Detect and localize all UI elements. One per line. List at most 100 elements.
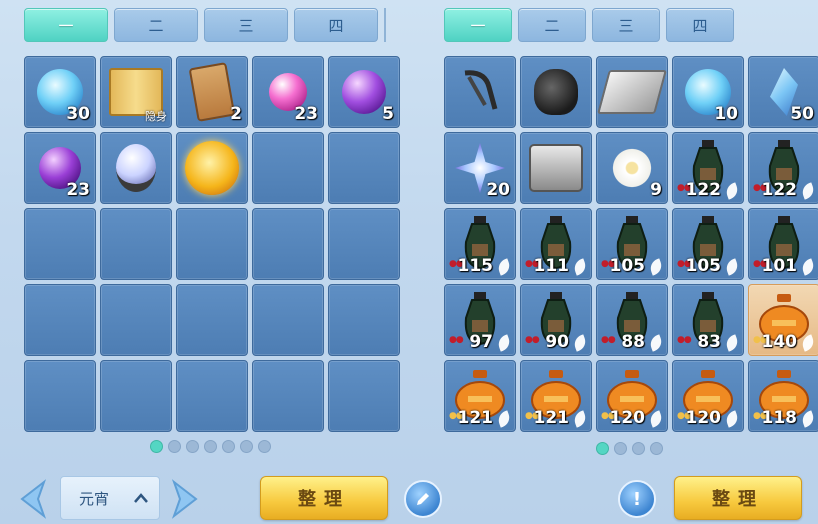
info-button[interactable]: ! <box>618 480 656 518</box>
quality-dots: ●● <box>677 335 692 345</box>
empty-slot[interactable] <box>176 360 248 432</box>
empty-slot[interactable] <box>24 208 96 280</box>
scroll-icon <box>188 62 236 122</box>
inventory-slot[interactable]: ●● 118 <box>748 360 818 432</box>
item-count: 2 <box>230 104 242 124</box>
empty-slot[interactable] <box>252 132 324 204</box>
inventory-slot[interactable]: ●● 115 <box>444 208 516 280</box>
quality-dots: ●● <box>601 335 616 345</box>
inventory-slot[interactable]: ●● 120 <box>596 360 668 432</box>
empty-slot[interactable] <box>24 360 96 432</box>
inventory-slot[interactable]: ●● 90 <box>520 284 592 356</box>
right-tab-2[interactable]: 二 <box>518 8 586 42</box>
empty-slot[interactable] <box>100 360 172 432</box>
inventory-slot[interactable]: 23 <box>24 132 96 204</box>
empty-slot[interactable] <box>252 208 324 280</box>
page-dot[interactable] <box>258 440 271 453</box>
inventory-slot[interactable]: ●● 121 <box>520 360 592 432</box>
page-dot[interactable] <box>632 442 645 455</box>
inventory-slot[interactable]: ●● 83 <box>672 284 744 356</box>
empty-slot[interactable] <box>24 284 96 356</box>
golden-coin-orb-icon <box>185 141 239 195</box>
inventory-slot[interactable] <box>596 56 668 128</box>
inventory-slot[interactable]: ●● 122 <box>672 132 744 204</box>
inventory-slot[interactable]: ●● 122 <box>748 132 818 204</box>
inventory-slot[interactable]: 50 <box>748 56 818 128</box>
left-inventory-grid: 30 隐身 2 23 5 23 <box>24 56 400 432</box>
empty-slot[interactable] <box>328 132 400 204</box>
crystal-ball-stand-icon <box>116 144 156 192</box>
item-count: 90 <box>545 332 569 352</box>
inventory-slot[interactable]: ●● 101 <box>748 208 818 280</box>
page-dot[interactable] <box>204 440 217 453</box>
inventory-slot[interactable]: ●● 140 <box>748 284 818 356</box>
left-tab-2[interactable]: 二 <box>114 8 198 42</box>
left-tab-3[interactable]: 三 <box>204 8 288 42</box>
item-count: 20 <box>486 180 510 200</box>
page-dot[interactable] <box>222 440 235 453</box>
inventory-slot[interactable] <box>176 132 248 204</box>
page-dot[interactable] <box>596 442 609 455</box>
page-dot[interactable] <box>650 442 663 455</box>
empty-slot[interactable] <box>328 208 400 280</box>
inventory-slot[interactable]: ●● 97 <box>444 284 516 356</box>
right-tab-bar: 一 二 三 四 <box>444 8 734 42</box>
item-count: 121 <box>533 408 570 428</box>
empty-slot[interactable] <box>100 208 172 280</box>
inventory-slot[interactable] <box>444 56 516 128</box>
empty-slot[interactable] <box>252 360 324 432</box>
item-count: 83 <box>697 332 721 352</box>
inventory-slot[interactable]: 30 <box>24 56 96 128</box>
edit-button[interactable] <box>404 480 442 518</box>
inventory-slot[interactable]: ●● 105 <box>672 208 744 280</box>
inventory-slot[interactable] <box>520 56 592 128</box>
inventory-slot[interactable]: 2 <box>176 56 248 128</box>
item-tag: 隐身 <box>145 110 167 123</box>
exclamation-icon: ! <box>632 488 642 510</box>
item-count: 97 <box>469 332 493 352</box>
empty-slot[interactable] <box>176 208 248 280</box>
item-count: 118 <box>761 408 798 428</box>
page-dot[interactable] <box>168 440 181 453</box>
rope-harness-icon <box>455 65 505 119</box>
item-count: 5 <box>382 104 394 124</box>
inventory-slot[interactable]: 20 <box>444 132 516 204</box>
item-count: 140 <box>761 332 798 352</box>
right-inventory-grid: 10 50 20 9 ●● 122 ●● 122 ●● 115 ●● 111 ●● 105 ●● 105 ●● 1… <box>444 56 818 432</box>
inventory-slot[interactable]: 5 <box>328 56 400 128</box>
inventory-slot[interactable]: ●● 111 <box>520 208 592 280</box>
inventory-slot[interactable]: ●● 121 <box>444 360 516 432</box>
item-count: 88 <box>621 332 645 352</box>
inventory-slot[interactable]: 10 <box>672 56 744 128</box>
right-tab-3[interactable]: 三 <box>592 8 660 42</box>
prev-arrow-button[interactable] <box>8 478 48 520</box>
inventory-slot[interactable]: 9 <box>596 132 668 204</box>
page-dot[interactable] <box>240 440 253 453</box>
empty-slot[interactable] <box>328 360 400 432</box>
inventory-slot[interactable]: ●● 105 <box>596 208 668 280</box>
item-filter-dropdown[interactable]: 元宵 <box>60 476 160 520</box>
item-count: 122 <box>761 180 798 200</box>
inventory-slot[interactable] <box>100 132 172 204</box>
item-count: 105 <box>685 256 722 276</box>
empty-slot[interactable] <box>252 284 324 356</box>
left-tab-1[interactable]: 一 <box>24 8 108 42</box>
right-tab-4[interactable]: 四 <box>666 8 734 42</box>
page-dot[interactable] <box>150 440 163 453</box>
empty-slot[interactable] <box>100 284 172 356</box>
inventory-slot[interactable] <box>520 132 592 204</box>
page-dot[interactable] <box>186 440 199 453</box>
inventory-slot[interactable]: 23 <box>252 56 324 128</box>
inventory-slot[interactable]: ●● 88 <box>596 284 668 356</box>
left-tab-4[interactable]: 四 <box>294 8 378 42</box>
next-arrow-button[interactable] <box>170 478 210 520</box>
sort-button-right[interactable]: 整理 <box>674 476 802 520</box>
sort-button-left[interactable]: 整理 <box>260 476 388 520</box>
inventory-slot[interactable]: ●● 120 <box>672 360 744 432</box>
inventory-slot[interactable]: 隐身 <box>100 56 172 128</box>
item-count: 10 <box>714 104 738 124</box>
empty-slot[interactable] <box>176 284 248 356</box>
page-dot[interactable] <box>614 442 627 455</box>
empty-slot[interactable] <box>328 284 400 356</box>
right-tab-1[interactable]: 一 <box>444 8 512 42</box>
